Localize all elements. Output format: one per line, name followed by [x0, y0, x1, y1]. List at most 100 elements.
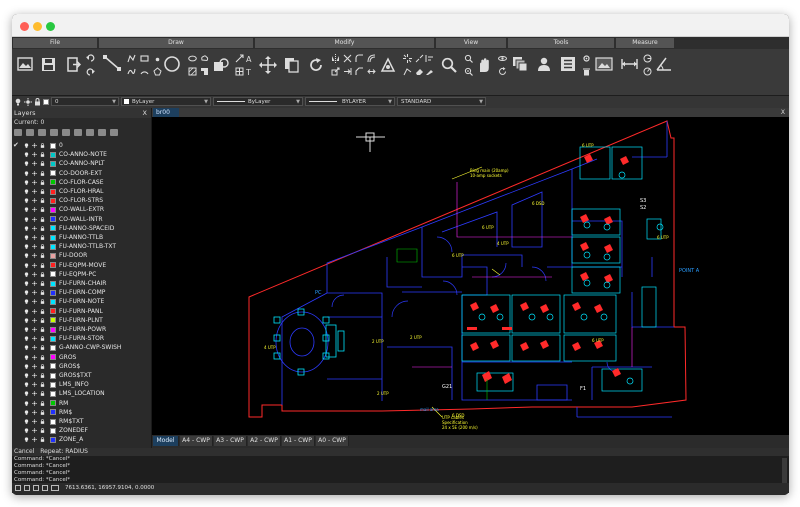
layer-row[interactable]: FU-FURN-COMP [12, 288, 152, 297]
ribbon-group-measure[interactable]: Measure [616, 38, 674, 48]
sun-icon[interactable] [32, 161, 37, 167]
sun-icon[interactable] [32, 419, 37, 424]
lock-icon[interactable] [40, 327, 45, 332]
drawing-canvas[interactable]: POINT A PC S3 S2 G21 F1 Ring main (20amp… [152, 117, 789, 435]
layer-color-swatch[interactable] [50, 308, 56, 315]
layer-color-swatch[interactable] [50, 335, 56, 342]
command-scrollbar[interactable] [782, 458, 787, 484]
linetype-dropdown[interactable]: ByLayer ▼ [213, 97, 303, 106]
zoom-window-icon[interactable] [463, 53, 473, 63]
arc-icon[interactable] [139, 66, 149, 76]
layer-row[interactable]: CO-DOOR-EXT [12, 169, 152, 178]
layer-color-swatch[interactable] [50, 206, 56, 213]
layer-color-swatch[interactable] [50, 390, 56, 397]
save-icon[interactable] [39, 55, 57, 73]
break-icon[interactable] [414, 53, 424, 63]
lock-icon[interactable] [40, 363, 45, 369]
revcloud-icon[interactable] [199, 53, 209, 63]
layers-icon[interactable] [510, 54, 530, 74]
layer-row[interactable]: FU-ANNO-TTLB-TXT [12, 242, 152, 251]
lock-icon[interactable] [40, 235, 45, 240]
lightbulb-icon[interactable] [24, 401, 29, 406]
layer-color-swatch[interactable] [50, 409, 56, 416]
layer-row[interactable]: CO-FLOR-STRS [12, 196, 152, 205]
measure-radius-icon[interactable] [642, 53, 652, 63]
layer-row[interactable]: FU-FURN-STOR [12, 334, 152, 343]
explode-icon[interactable] [402, 53, 412, 63]
layer-row[interactable]: ZONEDEF [12, 426, 152, 435]
command-repeat-label[interactable]: Repeat: RADIUS [40, 448, 88, 455]
sun-icon[interactable] [32, 216, 37, 222]
lock-all-icon[interactable] [98, 129, 106, 136]
sun-icon[interactable] [32, 244, 37, 250]
sun-icon[interactable] [32, 382, 37, 388]
lightbulb-icon[interactable] [24, 410, 29, 415]
layer-color-swatch[interactable] [50, 427, 56, 434]
layer-row[interactable]: FU-DOOR [12, 251, 152, 260]
lock-icon[interactable] [40, 400, 45, 406]
layer-color-swatch[interactable] [50, 179, 56, 186]
sun-icon[interactable] [32, 336, 37, 342]
exit-icon[interactable] [64, 55, 82, 73]
layer-row[interactable]: FU-FURN-NOTE [12, 297, 152, 306]
array-icon[interactable] [378, 55, 398, 75]
layer-color-swatch[interactable] [50, 436, 56, 443]
list-icon[interactable] [558, 54, 578, 74]
sun-icon[interactable] [32, 308, 37, 314]
minimize-window-button[interactable] [33, 22, 42, 31]
circle-icon[interactable] [162, 54, 182, 74]
lightbulb-icon[interactable] [24, 428, 29, 434]
lock-icon[interactable] [40, 143, 45, 148]
layer-color-swatch[interactable] [50, 344, 56, 351]
lock-icon[interactable] [40, 244, 45, 250]
layer-row[interactable]: ✔ 0 [12, 141, 152, 150]
lightbulb-icon[interactable] [24, 244, 29, 250]
sun-icon[interactable] [32, 299, 37, 305]
sun-icon[interactable] [32, 262, 37, 268]
ribbon-group-modify[interactable]: Modify [255, 38, 434, 48]
zoom-icon[interactable] [439, 55, 459, 75]
textstyle-dropdown[interactable]: STANDARD ▼ [397, 97, 486, 106]
extend-icon[interactable] [342, 66, 352, 76]
layer-row[interactable]: CO-FLOR-HRAL [12, 187, 152, 196]
lightbulb-icon[interactable] [24, 299, 29, 305]
image-manager-icon[interactable] [594, 54, 614, 74]
drawing-tab[interactable]: br00 [153, 108, 179, 117]
lightbulb-icon[interactable] [24, 419, 29, 424]
layer-row[interactable]: CO-ANNO-NOTE [12, 150, 152, 159]
ellipse-icon[interactable] [187, 53, 197, 63]
sun-icon[interactable] [32, 235, 37, 240]
matchprop-icon[interactable] [424, 66, 434, 76]
sun-icon[interactable] [32, 271, 37, 277]
command-cancel-label[interactable]: Cancel [14, 448, 34, 455]
lightbulb-icon[interactable] [24, 336, 29, 342]
scale-icon[interactable] [330, 66, 340, 76]
mtext-icon[interactable]: A [244, 53, 254, 63]
layer-color-swatch[interactable] [50, 216, 56, 223]
layer-row[interactable]: RM$TXT [12, 417, 152, 426]
layer-color-swatch[interactable] [50, 400, 56, 407]
sun-icon[interactable] [32, 317, 37, 323]
lock-icon[interactable] [40, 382, 45, 388]
tab-a4-cwp[interactable]: A4 - CWP [180, 436, 213, 446]
set-current-layer-icon[interactable] [50, 129, 58, 136]
lightbulb-icon[interactable] [24, 391, 29, 397]
tab-model[interactable]: Model [153, 436, 179, 446]
sun-icon[interactable] [32, 437, 37, 443]
layer-color-swatch[interactable] [50, 234, 56, 241]
lightbulb-icon[interactable] [24, 309, 29, 314]
zoom-extents-icon[interactable] [463, 66, 473, 76]
rotate-icon[interactable] [306, 55, 326, 75]
sun-icon[interactable] [32, 253, 37, 259]
layer-color-swatch[interactable] [50, 262, 56, 269]
sun-icon[interactable] [32, 225, 37, 231]
layer-row[interactable]: CO-WALL-EXTR [12, 205, 152, 214]
lightbulb-icon[interactable] [24, 382, 29, 388]
lightbulb-icon[interactable] [24, 235, 29, 240]
layer-color-swatch[interactable] [50, 298, 56, 305]
trim-icon[interactable] [342, 53, 352, 63]
tab-a3-cwp[interactable]: A3 - CWP [214, 436, 247, 446]
lock-icon[interactable] [40, 179, 45, 185]
sun-icon[interactable] [32, 428, 37, 434]
layer-color-swatch[interactable] [50, 142, 56, 149]
